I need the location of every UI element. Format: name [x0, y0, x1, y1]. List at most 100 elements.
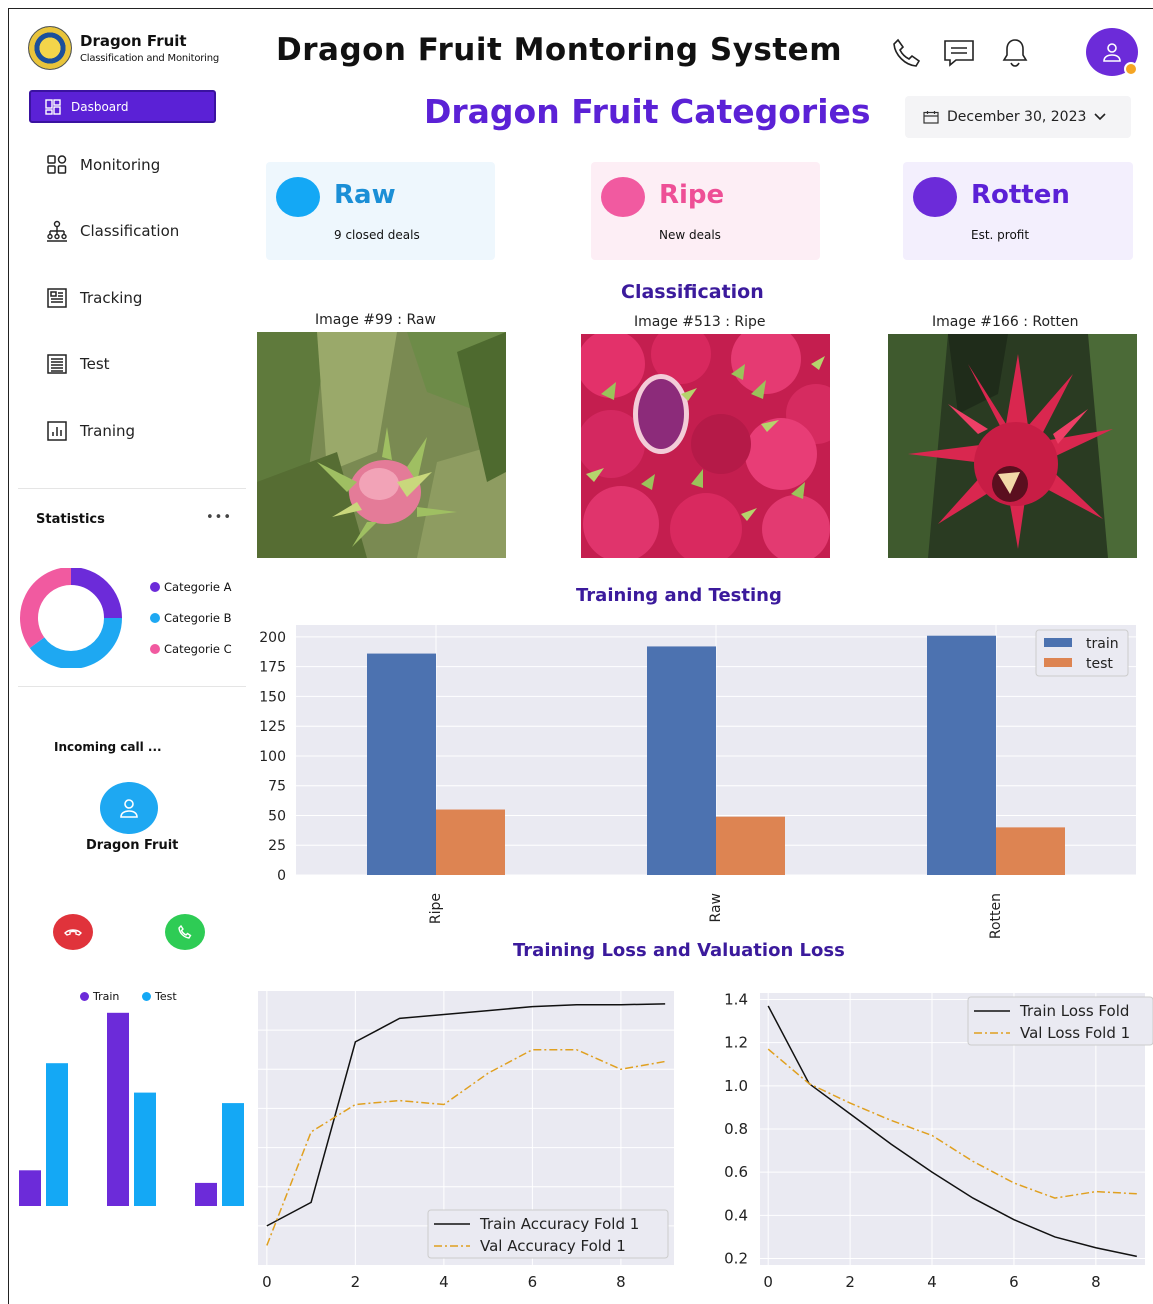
- mini-bar-train: [19, 1170, 41, 1206]
- sidebar-item-classification[interactable]: Classification: [46, 220, 179, 242]
- statistics-donut-chart: [20, 568, 122, 668]
- legend-label: Categorie A: [164, 580, 232, 594]
- raw-fruit-image[interactable]: [257, 332, 506, 558]
- legend-swatch: [1044, 638, 1072, 647]
- bar-chart-icon: [47, 421, 67, 441]
- chevron-down-icon: [1094, 113, 1106, 121]
- legend-item-a: Categorie A: [150, 580, 232, 594]
- bar-train: [647, 646, 716, 875]
- dashboard-icon: [45, 98, 61, 115]
- ripe-fruit-image[interactable]: [581, 334, 830, 558]
- sidebar-item-label: Tracking: [80, 289, 143, 307]
- brand-title: Dragon Fruit: [80, 32, 187, 50]
- user-icon: [120, 799, 138, 818]
- sidebar-item-tracking[interactable]: Tracking: [46, 287, 142, 309]
- status-indicator: [1124, 62, 1138, 76]
- brand[interactable]: Dragon Fruit Classification and Monitori…: [28, 26, 219, 70]
- y-tick-label: 0: [277, 868, 286, 884]
- hierarchy-icon: [47, 220, 67, 242]
- x-tick-label: 2: [351, 1273, 361, 1291]
- y-tick-label: 150: [259, 689, 286, 705]
- sidebar-item-label: Traning: [80, 422, 136, 440]
- sidebar-item-label: Test: [80, 355, 110, 373]
- y-tick-label: 175: [259, 660, 286, 676]
- grid-icon: [47, 155, 67, 174]
- sidebar-item-label: Monitoring: [80, 156, 161, 174]
- category-subtitle: New deals: [659, 228, 721, 242]
- legend-dot: [142, 992, 151, 1001]
- training-testing-title: Training and Testing: [576, 585, 782, 606]
- category-label: Ripe: [659, 180, 725, 210]
- bar-test: [996, 827, 1065, 875]
- x-tick-label: 6: [1009, 1273, 1019, 1291]
- mini-bar-train: [195, 1182, 217, 1206]
- image-caption-rotten: Image #166 : Rotten: [932, 314, 1079, 330]
- accept-call-button[interactable]: [165, 914, 205, 950]
- sidebar-item-dashboard[interactable]: Dasboard: [29, 90, 216, 123]
- app-title: Dragon Fruit Montoring System: [276, 32, 843, 68]
- x-tick-label: 2: [845, 1273, 855, 1291]
- statistics-title: Statistics: [36, 512, 105, 527]
- legend-label: Train: [93, 990, 120, 1003]
- hang-up-icon: [64, 929, 82, 936]
- legend-label: test: [1086, 656, 1113, 672]
- legend-item-b: Categorie B: [150, 611, 232, 625]
- date-picker[interactable]: December 30, 2023: [905, 96, 1131, 138]
- legend-label: train: [1086, 636, 1119, 652]
- bar-test: [436, 809, 505, 875]
- more-options-icon[interactable]: •••: [206, 510, 232, 525]
- y-tick-label: 1.2: [724, 1034, 748, 1052]
- y-tick-label: 0.2: [724, 1250, 748, 1268]
- legend-dot: [150, 582, 160, 592]
- classification-title: Classification: [621, 281, 764, 303]
- incoming-call-status: Incoming call ...: [54, 740, 162, 754]
- bar-train: [927, 635, 996, 875]
- legend-dot: [150, 613, 160, 623]
- bell-icon[interactable]: [998, 36, 1032, 70]
- phone-icon[interactable]: [890, 36, 924, 70]
- sidebar-item-training[interactable]: Traning: [46, 420, 135, 442]
- loss-section-title: Training Loss and Valuation Loss: [513, 940, 845, 961]
- rotten-fruit-image[interactable]: [888, 334, 1137, 558]
- decline-call-button[interactable]: [53, 914, 93, 950]
- y-tick-label: 25: [268, 838, 286, 854]
- legend-label: Train Accuracy Fold 1: [479, 1215, 639, 1233]
- training-testing-bar-chart: 0 25 50 75 100 125 150 175 200 Ripe Raw Rotten train…: [259, 625, 1136, 939]
- loss-line-chart: 0 2 4 6 8 0.2 0.4 0.6 0.8 1.0 1.2 1.4 Train Loss Fol…: [724, 990, 1153, 1291]
- mini-bar-train: [107, 1012, 129, 1206]
- y-tick-label: 200: [259, 630, 286, 646]
- mini-legend-train: Train: [80, 990, 119, 1003]
- legend-dot: [80, 992, 89, 1001]
- legend-label: Train Loss Fold: [1019, 1002, 1129, 1020]
- sidebar-item-monitoring[interactable]: Monitoring: [46, 154, 160, 176]
- image-caption-ripe: Image #513 : Ripe: [634, 314, 766, 330]
- y-tick-label: 0.4: [724, 1206, 748, 1224]
- legend-label: Test: [155, 990, 177, 1003]
- category-dot: [276, 177, 320, 217]
- page-title: Dragon Fruit Categories: [424, 92, 871, 131]
- x-tick-label: Raw: [708, 893, 724, 922]
- category-subtitle: 9 closed deals: [334, 228, 420, 242]
- category-label: Raw: [334, 180, 396, 210]
- message-icon[interactable]: [942, 36, 976, 70]
- category-card-ripe[interactable]: Ripe New deals: [591, 162, 820, 260]
- legend-label: Categorie B: [164, 611, 232, 625]
- caller-name: Dragon Fruit: [86, 838, 179, 853]
- x-tick-label: 8: [616, 1273, 626, 1291]
- bar-test: [716, 816, 785, 875]
- sidebar-item-label: Classification: [80, 222, 180, 240]
- sidebar-item-label: Dasboard: [71, 99, 129, 114]
- category-card-raw[interactable]: Raw 9 closed deals: [266, 162, 495, 260]
- category-subtitle: Est. profit: [971, 228, 1030, 242]
- mini-bar-test: [222, 1103, 244, 1206]
- selected-date: December 30, 2023: [947, 109, 1087, 125]
- sidebar-item-test[interactable]: Test: [46, 353, 110, 375]
- divider: [18, 686, 246, 687]
- legend-item-c: Categorie C: [150, 642, 232, 656]
- category-label: Rotten: [971, 180, 1070, 210]
- legend-swatch: [1044, 658, 1072, 667]
- y-tick-label: 75: [268, 779, 286, 795]
- category-card-rotten[interactable]: Rotten Est. profit: [903, 162, 1133, 260]
- x-tick-label: Ripe: [428, 893, 444, 924]
- y-tick-label: 1.0: [724, 1077, 748, 1095]
